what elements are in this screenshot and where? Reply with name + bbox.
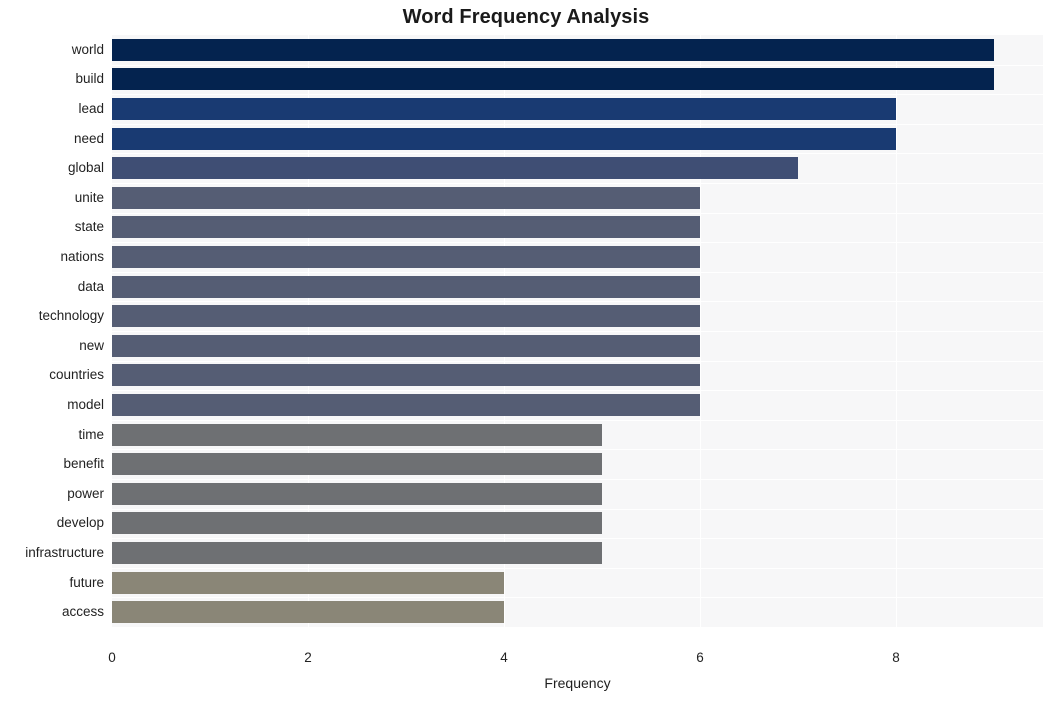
x-axis-tick-labels: 0 2 4 6 8 (0, 650, 1052, 670)
y-tick-label-access: access (61, 604, 104, 620)
y-tick-label-model: model (67, 397, 104, 412)
y-tick-label-technology: technology (38, 308, 104, 324)
bar-technology (112, 305, 700, 328)
bar-infrastructure (112, 542, 602, 564)
y-tick-label-time: time (78, 426, 104, 442)
bar-develop (112, 512, 602, 535)
bar-world (112, 38, 994, 61)
chart-title: Word Frequency Analysis (402, 6, 650, 28)
y-tick-label-global: global (67, 160, 104, 176)
y-tick-label-lead: lead (78, 101, 104, 116)
bar-power (112, 482, 602, 505)
bar-model (112, 394, 700, 416)
row-separator (112, 361, 1043, 362)
bar-unite (112, 186, 700, 209)
row-separator (112, 213, 1043, 214)
y-tick-label-build: build (75, 71, 104, 87)
x-tick-label-8: 8 (892, 650, 900, 665)
y-tick-label-develop: develop (56, 515, 104, 531)
bar-benefit (112, 453, 602, 476)
row-separator (112, 272, 1043, 273)
row-separator (112, 242, 1043, 243)
bar-lead (112, 98, 896, 120)
y-tick-label-nations: nations (60, 249, 104, 264)
bar-countries (112, 364, 700, 387)
row-separator (112, 509, 1043, 510)
bar-need (112, 127, 896, 150)
bar-new (112, 334, 700, 357)
bar-state (112, 216, 700, 239)
bar-future (112, 571, 504, 594)
y-tick-label-countries: countries (49, 367, 104, 383)
row-separator (112, 331, 1043, 332)
y-tick-label-unite: unite (74, 189, 104, 205)
bar-time (112, 423, 602, 446)
y-tick-label-future: future (69, 574, 104, 590)
x-tick-label-4: 4 (500, 650, 508, 665)
row-separator (112, 94, 1043, 95)
x-axis-title: Frequency (544, 675, 611, 691)
bar-access (112, 601, 504, 624)
row-separator (112, 449, 1043, 450)
word-frequency-chart: Word Frequency Analysis world build lead ne… (0, 0, 1052, 701)
plot-area (112, 35, 1043, 628)
y-axis-tick-labels: world build lead need global unite state nation… (0, 35, 104, 627)
x-tick-label-6: 6 (696, 650, 704, 665)
row-separator (112, 597, 1043, 598)
y-tick-label-new: new (79, 337, 104, 353)
row-separator (112, 153, 1043, 154)
row-separator (112, 627, 1043, 628)
x-tick-label-0: 0 (108, 650, 116, 665)
y-tick-label-state: state (74, 219, 104, 235)
x-tick-label-2: 2 (304, 650, 312, 665)
row-separator (112, 390, 1043, 391)
bar-build (112, 68, 994, 91)
row-separator (112, 479, 1043, 480)
bar-nations (112, 246, 700, 268)
y-tick-label-infrastructure: infrastructure (25, 545, 104, 560)
y-tick-label-benefit: benefit (63, 456, 104, 472)
row-separator (112, 538, 1043, 539)
row-separator (112, 420, 1043, 421)
y-tick-label-data: data (77, 278, 104, 294)
row-separator (112, 301, 1043, 302)
bar-global (112, 157, 798, 180)
bar-data (112, 275, 700, 298)
row-separator (112, 65, 1043, 66)
row-separator (112, 568, 1043, 569)
y-tick-label-need: need (73, 130, 104, 146)
y-tick-label-world: world (71, 41, 104, 57)
row-separator (112, 124, 1043, 125)
row-separator (112, 183, 1043, 184)
y-tick-label-power: power (67, 485, 104, 501)
